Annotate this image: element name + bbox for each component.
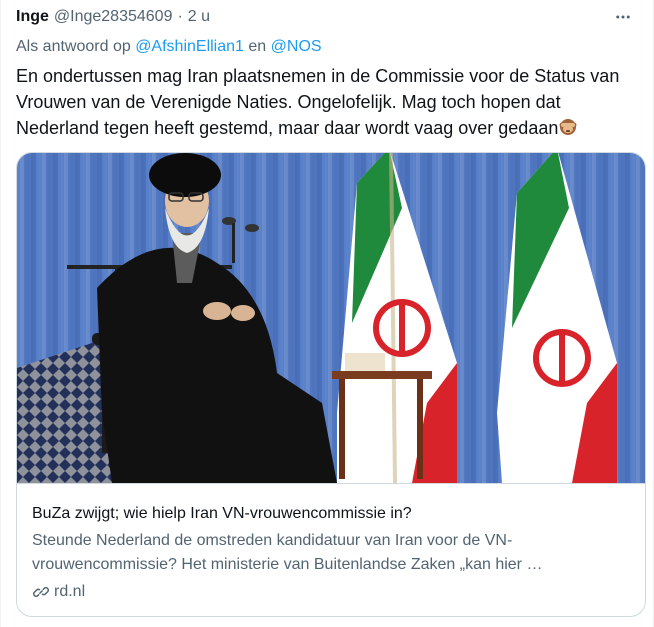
more-options-button[interactable] (608, 5, 638, 29)
card-description: Steunde Nederland de omstreden kandidatu… (32, 532, 543, 573)
link-card[interactable]: BuZa zwijgt; wie hielp Iran VN-vrouwenco… (16, 152, 646, 617)
card-title[interactable]: BuZa zwijgt; wie hielp Iran VN-vrouwenco… (32, 504, 412, 524)
reply-user-link-2[interactable]: @NOS (271, 38, 322, 55)
tweet-text: En ondertussen mag Iran plaatsnemen in d… (16, 66, 620, 138)
separator-dot: · (177, 8, 183, 25)
see-no-evil-monkey-icon (559, 119, 577, 135)
card-meta[interactable]: BuZa zwijgt; wie hielp Iran VN-vrouwenco… (17, 483, 645, 616)
more-horizontal-icon (616, 15, 630, 19)
reply-user-link-1[interactable]: @AfshinEllian1 (135, 38, 244, 55)
tweet-header: Inge @Inge28354609 · 2 u (16, 5, 638, 29)
author-handle[interactable]: @Inge28354609 (54, 7, 173, 27)
card-domain-text: rd.nl (54, 583, 86, 600)
tweet-body: En ondertussen mag Iran plaatsnemen in d… (16, 63, 641, 141)
link-icon (33, 587, 49, 597)
reply-prefix: Als antwoord op (16, 38, 131, 55)
tweet[interactable]: Inge @Inge28354609 · 2 u Als antwoord op… (0, 0, 654, 627)
card-image[interactable] (17, 153, 645, 483)
author-name[interactable]: Inge (16, 7, 49, 27)
card-domain[interactable]: rd.nl (32, 582, 85, 602)
reply-context: Als antwoord op @AfshinEllian1 en @NOS (16, 37, 322, 57)
reply-conjunction: en (248, 38, 267, 55)
tweet-time[interactable]: 2 u (188, 7, 210, 27)
